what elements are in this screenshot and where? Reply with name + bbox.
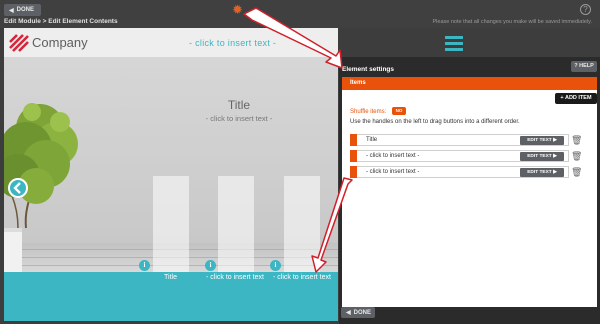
site-header: Company - click to insert text - xyxy=(4,28,338,58)
drag-handle[interactable] xyxy=(350,134,357,146)
help-button[interactable]: ? HELP xyxy=(571,61,597,72)
done-label: DONE xyxy=(16,7,34,13)
add-item-button[interactable]: + ADD ITEM xyxy=(555,93,597,104)
save-note: Please note that all changes you make wi… xyxy=(432,19,592,25)
back-arrow-icon: ◀ xyxy=(9,7,14,14)
gear-icon[interactable]: ✹ xyxy=(232,3,245,16)
edit-text-button[interactable]: EDIT TEXT ▶ xyxy=(520,152,564,161)
tab-label[interactable]: - click to insert text xyxy=(273,274,331,281)
edit-text-button[interactable]: EDIT TEXT ▶ xyxy=(520,136,564,145)
list-item: - click to insert text - EDIT TEXT ▶ xyxy=(350,166,569,178)
list-item: - click to insert text - EDIT TEXT ▶ xyxy=(350,150,569,162)
tab-label[interactable]: Title xyxy=(164,274,177,281)
done-button-top[interactable]: ◀ DONE xyxy=(4,4,41,16)
breadcrumb: Edit Module > Edit Element Contents xyxy=(4,18,118,25)
item-label: - click to insert text - xyxy=(366,169,420,175)
help-icon: ? xyxy=(574,63,578,69)
shuffle-label: Shuffle items: xyxy=(350,109,387,115)
list-item: Title EDIT TEXT ▶ xyxy=(350,134,569,146)
info-icon[interactable]: i xyxy=(270,260,281,271)
help-icon[interactable]: ? xyxy=(580,4,591,15)
item-label: Title xyxy=(366,137,378,143)
tab-items[interactable]: Items xyxy=(342,77,597,90)
add-item-label: ADD ITEM xyxy=(564,95,592,101)
done-label: DONE xyxy=(353,309,371,316)
edit-text-label: EDIT TEXT xyxy=(527,138,552,143)
slide-title[interactable]: Title xyxy=(204,98,274,112)
trash-icon[interactable]: 🗑 xyxy=(571,135,582,146)
trash-icon[interactable]: 🗑 xyxy=(571,167,582,178)
slide-subtitle[interactable]: - click to insert text - xyxy=(194,114,284,123)
edit-text-label: EDIT TEXT xyxy=(527,154,552,159)
prev-slide-button[interactable] xyxy=(8,178,28,198)
shuffle-toggle[interactable]: NO xyxy=(392,107,406,115)
edit-text-label: EDIT TEXT xyxy=(527,170,552,175)
header-text-placeholder[interactable]: - click to insert text - xyxy=(189,38,276,48)
info-icon[interactable]: i xyxy=(205,260,216,271)
play-icon: ▶ xyxy=(553,138,557,143)
top-bar: ◀ DONE ✹ ? Edit Module > Edit Element Co… xyxy=(0,0,600,28)
help-label: HELP xyxy=(579,63,594,69)
item-label: - click to insert text - xyxy=(366,153,420,159)
panel-title: Element settings xyxy=(342,66,395,73)
company-name: Company xyxy=(32,35,88,50)
company-logo xyxy=(9,34,29,52)
module-preview: Company - click to insert text - Title -… xyxy=(4,28,338,321)
info-icon[interactable]: i xyxy=(139,260,150,271)
plus-icon: + xyxy=(560,95,564,101)
done-button-bottom[interactable]: ◀ DONE xyxy=(341,307,375,318)
hamburger-icon[interactable] xyxy=(445,36,463,51)
chevron-left-icon xyxy=(13,182,21,194)
back-arrow-icon: ◀ xyxy=(346,310,351,316)
reorder-hint: Use the handles on the left to drag butt… xyxy=(350,119,520,125)
drag-handle[interactable] xyxy=(350,150,357,162)
play-icon: ▶ xyxy=(553,154,557,159)
trash-icon[interactable]: 🗑 xyxy=(571,151,582,162)
play-icon: ▶ xyxy=(553,170,557,175)
edit-text-button[interactable]: EDIT TEXT ▶ xyxy=(520,168,564,177)
tab-label[interactable]: - click to insert text xyxy=(206,274,264,281)
drag-handle[interactable] xyxy=(350,166,357,178)
